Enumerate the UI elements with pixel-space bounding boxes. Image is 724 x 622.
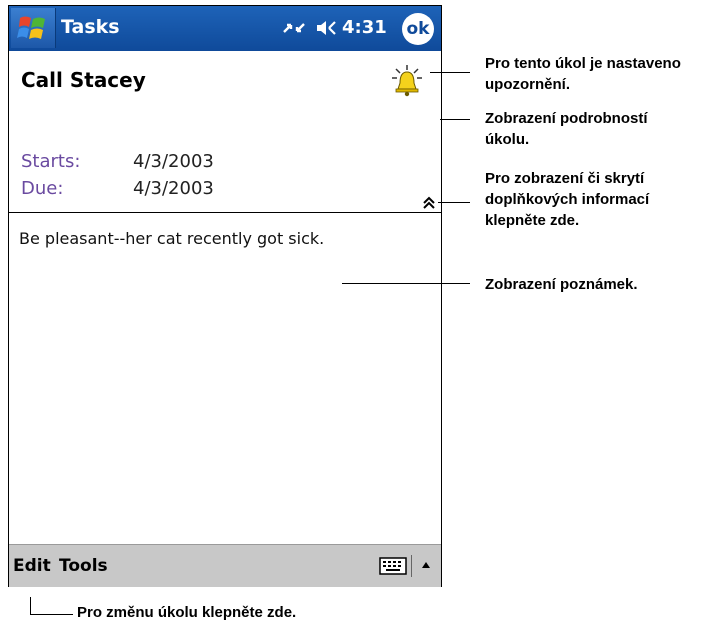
callout-toggle-line-1: Pro zobrazení či skrytí xyxy=(485,170,645,187)
windows-flag-icon xyxy=(17,16,45,39)
tools-menu[interactable]: Tools xyxy=(59,556,108,576)
callout-details: Zobrazení podrobností úkolu. xyxy=(485,108,648,150)
callout-line-reminder xyxy=(430,72,470,73)
app-title: Tasks xyxy=(61,16,120,38)
callout-toggle-line-2: doplňkových informací xyxy=(485,191,650,208)
notes-text[interactable]: Be pleasant--her cat recently got sick. xyxy=(19,229,324,248)
callout-line-details xyxy=(440,119,470,120)
callout-line-toggle xyxy=(438,202,470,203)
callout-edit-task: Pro změnu úkolu klepněte zde. xyxy=(77,604,297,621)
starts-label: Starts: xyxy=(21,151,81,172)
clock[interactable]: 4:31 xyxy=(342,17,387,38)
keyboard-icon[interactable] xyxy=(379,557,407,575)
task-subject: Call Stacey xyxy=(21,68,146,92)
triangle-up-icon[interactable] xyxy=(411,555,440,577)
title-bar: Tasks 4:31 ok xyxy=(9,6,441,51)
menu-bar: Edit Tools xyxy=(9,544,441,587)
due-value: 4/3/2003 xyxy=(133,178,214,199)
bell-icon[interactable] xyxy=(391,64,423,98)
edit-menu[interactable]: Edit xyxy=(13,556,51,576)
due-row[interactable]: Due: 4/3/2003 xyxy=(21,178,214,199)
double-chevron-up-icon[interactable] xyxy=(422,196,436,213)
ok-button[interactable]: ok xyxy=(402,13,434,45)
callout-notes: Zobrazení poznámek. xyxy=(485,274,638,295)
callout-toggle-line-3: klepněte zde. xyxy=(485,212,580,229)
starts-value: 4/3/2003 xyxy=(133,151,214,172)
callout-details-line-2: úkolu. xyxy=(485,131,530,148)
callout-details-line-1: Zobrazení podrobností xyxy=(485,110,648,127)
details-divider xyxy=(9,212,441,213)
callout-bracket-vertical xyxy=(30,597,31,615)
callout-reminder-line-1: Pro tento úkol je nastaveno xyxy=(485,55,681,72)
callout-toggle: Pro zobrazení či skrytí doplňkových info… xyxy=(485,168,649,231)
callout-notes-line-1: Zobrazení poznámek. xyxy=(485,276,638,293)
callout-reminder-line-2: upozornění. xyxy=(485,76,570,93)
due-label: Due: xyxy=(21,178,64,199)
sync-icon[interactable] xyxy=(281,18,307,38)
starts-row[interactable]: Starts: 4/3/2003 xyxy=(21,151,214,172)
callout-line-notes xyxy=(342,283,470,284)
speaker-icon[interactable] xyxy=(315,18,339,38)
callout-bracket-horizontal xyxy=(30,614,73,615)
device-screen: Tasks 4:31 ok Call Stacey Starts: 4/3/200… xyxy=(8,5,442,587)
start-button[interactable] xyxy=(11,8,56,48)
callout-reminder: Pro tento úkol je nastaveno upozornění. xyxy=(485,53,681,95)
